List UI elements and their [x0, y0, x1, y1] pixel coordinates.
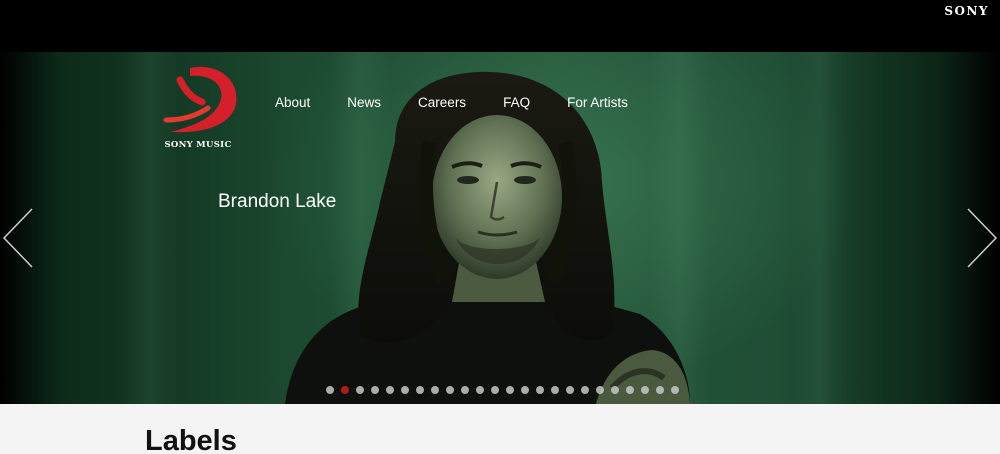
carousel-dot[interactable]	[521, 386, 529, 394]
carousel-dot[interactable]	[371, 386, 379, 394]
carousel-next-button[interactable]	[964, 207, 998, 269]
carousel-dot[interactable]	[431, 386, 439, 394]
carousel-dot[interactable]	[386, 386, 394, 394]
chevron-left-icon	[2, 208, 33, 268]
hero-carousel: SONY MUSIC About News Careers FAQ For Ar…	[0, 52, 1000, 404]
sony-music-logo-text: SONY MUSIC	[164, 140, 232, 150]
carousel-dot[interactable]	[671, 386, 679, 394]
carousel-dot[interactable]	[506, 386, 514, 394]
sony-music-logo[interactable]: SONY MUSIC	[156, 62, 246, 157]
top-bar: SONY	[0, 0, 1000, 52]
sony-brand-link[interactable]: SONY	[944, 4, 989, 18]
sony-music-logo-icon	[163, 66, 237, 133]
carousel-dot[interactable]	[596, 386, 604, 394]
carousel-pagination	[326, 386, 686, 394]
carousel-dot[interactable]	[461, 386, 469, 394]
carousel-dot[interactable]	[536, 386, 544, 394]
nav-for-artists[interactable]: For Artists	[567, 95, 628, 110]
carousel-dot[interactable]	[581, 386, 589, 394]
carousel-dot[interactable]	[491, 386, 499, 394]
carousel-dot[interactable]	[476, 386, 484, 394]
carousel-prev-button[interactable]	[2, 207, 36, 269]
carousel-dot[interactable]	[656, 386, 664, 394]
carousel-dot[interactable]	[401, 386, 409, 394]
nav-news[interactable]: News	[347, 95, 381, 110]
main-nav: About News Careers FAQ For Artists	[275, 95, 665, 110]
carousel-dot[interactable]	[416, 386, 424, 394]
carousel-dot[interactable]	[341, 386, 349, 394]
carousel-dot[interactable]	[446, 386, 454, 394]
carousel-dot[interactable]	[641, 386, 649, 394]
carousel-dot[interactable]	[611, 386, 619, 394]
carousel-dot[interactable]	[626, 386, 634, 394]
carousel-dot[interactable]	[326, 386, 334, 394]
carousel-dot[interactable]	[566, 386, 574, 394]
carousel-dot[interactable]	[356, 386, 364, 394]
carousel-dot[interactable]	[551, 386, 559, 394]
chevron-right-icon	[967, 208, 998, 268]
nav-about[interactable]: About	[275, 95, 310, 110]
labels-section: Labels	[0, 404, 1000, 454]
labels-heading: Labels	[145, 425, 237, 454]
hero-artist-name[interactable]: Brandon Lake	[218, 191, 336, 213]
nav-faq[interactable]: FAQ	[503, 95, 530, 110]
nav-careers[interactable]: Careers	[418, 95, 466, 110]
